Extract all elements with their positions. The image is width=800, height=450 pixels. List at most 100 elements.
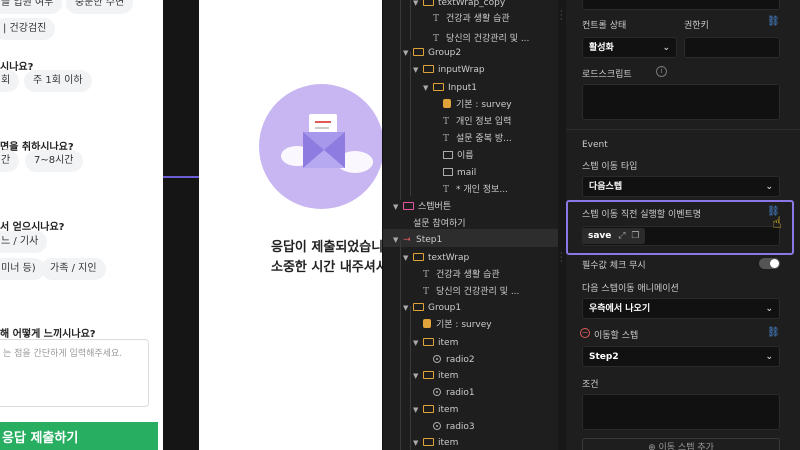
caret-down-icon[interactable]: ▼ bbox=[393, 197, 403, 217]
caret-down-icon[interactable]: ▼ bbox=[413, 433, 423, 450]
option-chip[interactable]: 충분한 수면 bbox=[66, 0, 134, 14]
tree-row-label: * 개인 정보... bbox=[456, 185, 508, 195]
condition-label: 조건 bbox=[582, 380, 599, 390]
load-script-label: 로드스크립트 bbox=[582, 70, 632, 80]
tree-row[interactable]: ▼ item bbox=[413, 433, 458, 450]
option-chip-checkup[interactable]: | 건강검진 bbox=[0, 18, 56, 40]
target-step-select[interactable]: Step2 ⌄ bbox=[582, 346, 780, 367]
tree-row-label: 개인 정보 입력 bbox=[456, 117, 512, 127]
option-chip[interactable]: 을 입원 여부 bbox=[0, 0, 63, 14]
tree-row-label: textWrap_copy bbox=[438, 0, 506, 8]
database-icon bbox=[443, 99, 451, 108]
submit-button[interactable]: 응답 제출하기 bbox=[0, 422, 158, 450]
step-move-type-select[interactable]: 다음스텝 ⌄ bbox=[582, 176, 780, 197]
control-state-select[interactable]: 활성화 ⌄ bbox=[582, 37, 677, 58]
caret-down-icon[interactable]: ▼ bbox=[413, 333, 423, 353]
option-chip[interactable]: 미너 등) bbox=[0, 258, 45, 280]
tree-row-label: radio1 bbox=[446, 388, 475, 398]
tree-guide bbox=[410, 0, 411, 40]
option-chip[interactable]: 주 1회 이하 bbox=[24, 70, 92, 92]
caret-down-icon[interactable]: ▼ bbox=[403, 298, 413, 318]
caret-down-icon[interactable]: ▼ bbox=[403, 248, 413, 268]
target-step-label: 이동할 스텝 bbox=[594, 331, 639, 341]
animation-select[interactable]: 우측에서 나오기 ⌄ bbox=[582, 298, 780, 319]
caret-down-icon[interactable]: ▼ bbox=[403, 43, 413, 63]
chevron-down-icon: ⌄ bbox=[765, 182, 773, 192]
question-4: 해 어떻게 느끼시나요? bbox=[0, 329, 96, 340]
option-chip[interactable]: 간 bbox=[0, 150, 20, 172]
tree-row[interactable]: ▼ inputWrap bbox=[413, 60, 485, 80]
caret-down-icon[interactable]: ▼ bbox=[413, 0, 423, 13]
tree-row-label: item bbox=[438, 338, 459, 348]
event-chip-label: save bbox=[588, 231, 612, 241]
tree-row-label: mail bbox=[457, 168, 477, 178]
panel-splitter[interactable]: · · · · · · bbox=[558, 0, 566, 450]
tree-row-label: inputWrap bbox=[438, 65, 485, 75]
info-icon[interactable]: i bbox=[656, 66, 667, 77]
skip-required-label: 필수값 체크 무시 bbox=[582, 261, 646, 271]
skip-required-toggle[interactable] bbox=[759, 258, 780, 269]
control-state-label: 컨트롤 상태 bbox=[582, 21, 627, 31]
target-step-value: Step2 bbox=[589, 352, 619, 362]
permission-label: 권한키 bbox=[684, 21, 709, 31]
tree-row[interactable]: T 건강과 생활 습관 bbox=[423, 9, 510, 29]
folder-icon bbox=[413, 48, 424, 56]
link-icon[interactable]: ⛓ bbox=[767, 327, 780, 338]
tree-row-label: 설문 참여하기 bbox=[413, 219, 466, 229]
animation-label: 다음 스텝이동 애니메이션 bbox=[582, 284, 679, 294]
chevron-down-icon: ⌄ bbox=[662, 43, 670, 53]
tree-row-label: 기본 : survey bbox=[436, 320, 492, 330]
caret-down-icon[interactable]: ▼ bbox=[423, 78, 433, 98]
remove-icon[interactable]: − bbox=[580, 328, 590, 338]
caret-down-icon[interactable]: ▼ bbox=[393, 230, 403, 250]
radio-icon bbox=[433, 422, 441, 430]
tree-row[interactable]: ▼ ⇥ Step1 bbox=[393, 230, 442, 250]
folder-icon bbox=[423, 65, 434, 73]
tree-row-label: 이름 bbox=[457, 151, 474, 161]
option-chip[interactable]: 7~8시간 bbox=[25, 150, 83, 172]
condition-input[interactable] bbox=[582, 394, 780, 430]
tree-row-label: item bbox=[438, 405, 459, 415]
load-script-input[interactable] bbox=[582, 84, 780, 120]
chevron-down-icon: ⌄ bbox=[765, 352, 773, 362]
tree-row-label: 건강과 생활 습관 bbox=[446, 14, 510, 24]
option-chip[interactable]: 가족 / 지인 bbox=[41, 258, 106, 280]
tree-row-label: Step1 bbox=[416, 235, 443, 245]
tree-row[interactable]: 기본 : survey bbox=[413, 315, 492, 335]
folder-icon bbox=[423, 438, 434, 446]
feedback-textarea[interactable]: 는 점을 간단하게 입력해주세요. bbox=[0, 339, 149, 407]
chevron-down-icon: ⌄ bbox=[765, 304, 773, 314]
radio-icon bbox=[433, 355, 441, 363]
caret-down-icon[interactable]: ▼ bbox=[413, 366, 423, 386]
pre-event-label: 스텝 이동 직전 실행할 이벤트명 bbox=[582, 210, 702, 220]
text-icon: T bbox=[433, 14, 440, 24]
option-chip[interactable]: 회 bbox=[0, 70, 20, 92]
control-state-value: 활성화 bbox=[589, 43, 614, 53]
input-icon bbox=[443, 151, 453, 159]
link-icon[interactable]: ⛓ bbox=[767, 16, 780, 27]
add-step-button[interactable]: ⊕ 이동 스텝 추가 bbox=[582, 438, 780, 450]
event-chip[interactable]: save ⤢ ❐ bbox=[582, 228, 646, 244]
copy-icon[interactable]: ❐ bbox=[631, 231, 639, 241]
completion-subtitle: 소중한 시간 내주셔서 감사 bbox=[271, 260, 382, 275]
completion-preview: 응답이 제출되었습니 소중한 시간 내주셔서 감사 bbox=[199, 0, 382, 450]
option-chip[interactable]: 느 / 기사 bbox=[0, 231, 48, 253]
permission-key-input[interactable] bbox=[684, 37, 780, 58]
caret-down-icon[interactable]: ▼ bbox=[413, 400, 423, 420]
properties-panel: 컨트롤 상태 권한키 ⛓ 활성화 ⌄ 로드스크립트 i Event 스텝 이동 … bbox=[566, 0, 800, 450]
tree-row-label: radio3 bbox=[446, 422, 475, 432]
step-move-type-label: 스텝 이동 타입 bbox=[582, 162, 638, 172]
folder-icon bbox=[413, 303, 424, 311]
radio-icon bbox=[433, 388, 441, 396]
folder-icon bbox=[423, 405, 434, 413]
survey-form-panel: 을 입원 여부 충분한 수면 | 건강검진 시나요? 회 주 1회 이하 면을 … bbox=[0, 0, 163, 450]
tree-guide bbox=[400, 0, 401, 200]
name-field[interactable] bbox=[582, 0, 780, 10]
completion-title: 응답이 제출되었습니 bbox=[271, 240, 382, 255]
edit-icon[interactable]: ⤢ bbox=[618, 231, 625, 241]
tree-row-label: item bbox=[438, 438, 459, 448]
step-move-type-value: 다음스텝 bbox=[589, 182, 623, 192]
caret-down-icon[interactable]: ▼ bbox=[413, 60, 423, 80]
tree-row-label: 설문 중복 방... bbox=[456, 134, 512, 144]
database-icon bbox=[423, 319, 431, 328]
